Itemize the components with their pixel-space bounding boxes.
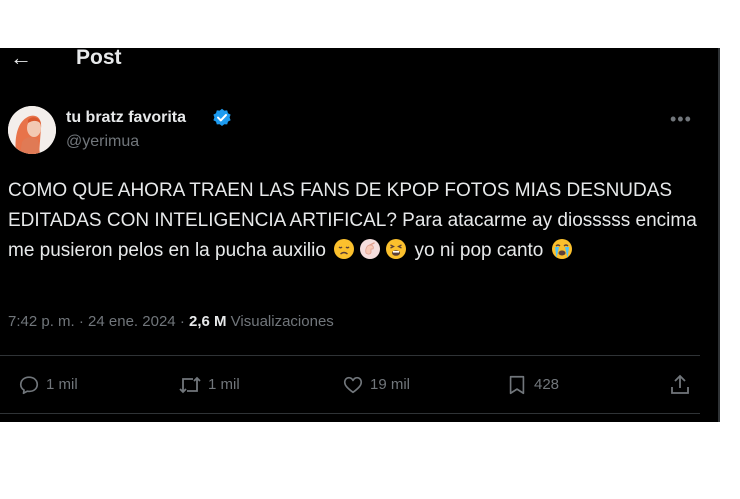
- bookmark-button[interactable]: 428: [506, 373, 559, 397]
- tweet-text-tail: yo ni pop canto: [414, 240, 544, 261]
- meta-separator: ·: [179, 313, 185, 330]
- repost-button[interactable]: 1 mil: [178, 373, 240, 397]
- verified-badge-icon: [212, 108, 232, 128]
- divider: [0, 413, 700, 414]
- more-options-icon[interactable]: •••: [670, 110, 692, 128]
- repost-icon: [179, 376, 201, 394]
- post-screen: ← Post tu bratz favorita @yerimua ••• CO…: [0, 48, 718, 422]
- tired-face-icon: [385, 238, 407, 270]
- pinching-hand-icon: [359, 238, 381, 270]
- like-count: 19 mil: [370, 376, 411, 393]
- header: ← Post: [0, 48, 718, 72]
- display-name[interactable]: tu bratz favorita: [66, 108, 186, 128]
- reply-button[interactable]: 1 mil: [18, 373, 78, 397]
- tweet-date[interactable]: 24 ene. 2024: [88, 313, 176, 330]
- tweet-time[interactable]: 7:42 p. m.: [8, 313, 75, 330]
- tweet-meta: 7:42 p. m. · 24 ene. 2024 · 2,6 M Visual…: [8, 312, 334, 332]
- meta-separator: ·: [78, 313, 84, 330]
- bookmark-count: 428: [534, 376, 560, 393]
- share-button[interactable]: [668, 373, 698, 397]
- like-button[interactable]: 19 mil: [342, 373, 410, 397]
- repost-count: 1 mil: [208, 376, 240, 393]
- reply-icon: [19, 376, 39, 395]
- disappointed-face-icon: [333, 238, 355, 270]
- avatar[interactable]: [8, 106, 56, 154]
- views-count: 2,6 M: [188, 313, 227, 330]
- scrollbar-edge: [718, 48, 720, 422]
- heart-icon: [343, 376, 363, 394]
- share-icon: [671, 374, 689, 394]
- page-title: Post: [76, 48, 122, 69]
- tweet-text: COMO QUE AHORA TRAEN LAS FANS DE KPOP FO…: [8, 176, 708, 270]
- reply-count: 1 mil: [46, 376, 78, 393]
- bookmark-icon: [509, 375, 525, 395]
- user-handle[interactable]: @yerimua: [66, 132, 139, 152]
- crying-face-icon: [551, 238, 573, 270]
- views-label: Visualizaciones: [230, 313, 334, 330]
- divider: [0, 355, 700, 356]
- back-arrow-icon[interactable]: ←: [10, 48, 32, 70]
